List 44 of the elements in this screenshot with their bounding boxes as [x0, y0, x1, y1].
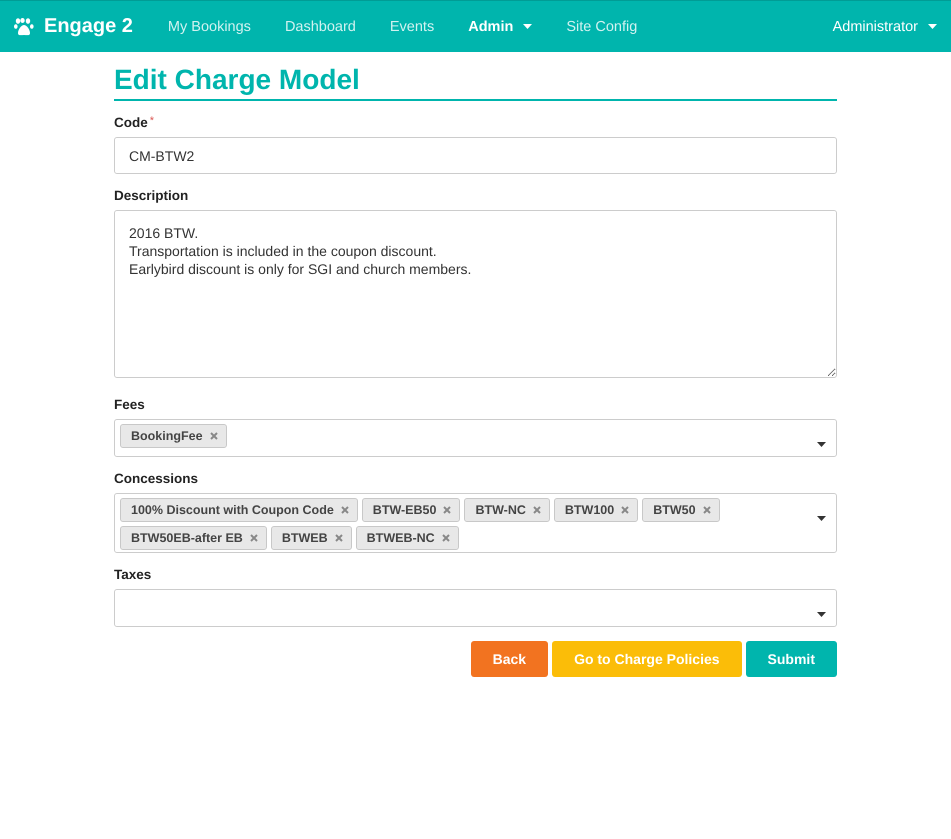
remove-icon[interactable]	[532, 506, 541, 514]
multi-select-field[interactable]: 100% Discount with Coupon Code BTW-EB50 BTW-NC BTW100 BTW50 BTW50EB-after EB BTWEB BTWEB-NC	[114, 493, 837, 553]
remove-icon[interactable]	[340, 506, 349, 514]
tag-chip: BTWEB	[270, 526, 352, 550]
remove-icon[interactable]	[621, 506, 630, 514]
user-menu[interactable]: Administrator	[816, 18, 937, 34]
remove-icon[interactable]	[443, 506, 452, 514]
nav-link[interactable]: Site Config	[549, 18, 654, 34]
tag-chip: BTW50EB-after EB	[120, 526, 267, 550]
charge-policies-button[interactable]: Go to Charge Policies	[552, 641, 742, 677]
field-label: Code	[114, 115, 148, 130]
page-title: Edit Charge Model	[114, 64, 837, 101]
tag-chip: BTW50	[642, 498, 720, 522]
multi-select-field[interactable]	[114, 589, 837, 627]
text-field[interactable]: CM-BTW2	[114, 137, 837, 174]
field-label: Taxes	[114, 567, 152, 582]
field-label: Fees	[114, 397, 145, 412]
remove-icon[interactable]	[702, 506, 711, 514]
nav-link[interactable]: Events	[372, 18, 452, 34]
paw-icon	[14, 18, 34, 36]
remove-icon[interactable]	[210, 432, 218, 440]
nav-link[interactable]: My Bookings	[150, 18, 268, 34]
nav-link[interactable]: Dashboard	[268, 18, 373, 34]
remove-icon[interactable]	[250, 534, 258, 542]
submit-button[interactable]: Submit	[746, 641, 837, 677]
brand-name[interactable]: Engage 2	[44, 15, 133, 38]
tag-chip: BTW-EB50	[362, 498, 460, 522]
tag-chip: 100% Discount with Coupon Code	[120, 498, 358, 522]
tag-chip: BookingFee	[120, 424, 227, 448]
tag-chip: BTW-NC	[464, 498, 550, 522]
nav-link[interactable]: Admin	[451, 18, 550, 34]
tag-chip: BTW100	[554, 498, 638, 522]
field-label: Concessions	[114, 471, 198, 486]
required-mark: *	[150, 115, 154, 129]
field-label: Description	[114, 188, 188, 203]
remove-icon[interactable]	[334, 534, 343, 542]
back-button[interactable]: Back	[470, 641, 548, 677]
caret-icon	[817, 516, 826, 521]
multi-select-field[interactable]: BookingFee	[114, 419, 837, 457]
caret-icon	[817, 612, 826, 617]
tag-chip: BTWEB-NC	[356, 526, 459, 550]
caret-icon	[817, 442, 826, 447]
remove-icon[interactable]	[442, 534, 450, 542]
text-area[interactable]: 2016 BTW. Transportation is included in the coupon discount. Earlybird discount is only for SGI and church members.	[114, 210, 837, 378]
